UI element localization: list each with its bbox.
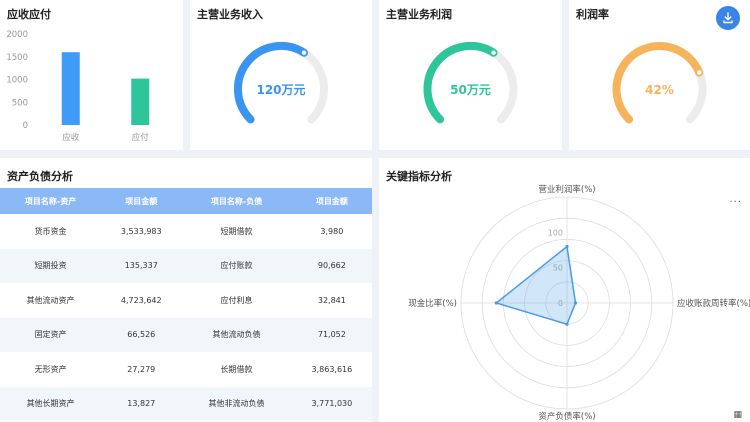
liability-amount-cell: 90,662: [291, 248, 372, 283]
liability-name-cell: 应付利息: [181, 283, 292, 318]
x-tick-label: 应收: [62, 132, 80, 143]
table-row: 无形资产 27,279 长期借款 3,863,616: [0, 352, 372, 387]
asset-amount-cell: 13,827: [101, 386, 182, 421]
radar-data-point: [565, 244, 569, 249]
radar-indicator-label: 营业利润率(%): [538, 184, 595, 195]
revenue-gauge: 120万元: [234, 42, 328, 124]
liability-name-cell: 长期借款: [181, 352, 292, 387]
asset-amount-cell: 66,526: [101, 317, 182, 352]
y-tick-label: 500: [12, 98, 28, 108]
download-icon: [723, 12, 733, 24]
liability-amount-cell: 3,771,030: [291, 386, 372, 421]
asset-amount-cell: 135,337: [101, 248, 182, 283]
table-row: 固定资产 66,526 其他流动负债 71,052: [0, 317, 372, 352]
radar-chart: 050100营业利润率(%)应收账款周转率(%)资产负债率(%)现金比率(%): [408, 184, 750, 422]
y-tick-label: 1000: [6, 76, 28, 86]
liability-amount-cell: 3,863,616: [291, 352, 372, 387]
radar-indicator-label: 应收账款周转率(%): [677, 298, 750, 309]
asset-amount-cell: 4,723,642: [101, 283, 182, 318]
revenue-card: 主营业务收入 120万元: [190, 0, 372, 150]
gauge-end-knob: [695, 68, 703, 77]
key-indicator-card: 关键指标分析 ... 050100营业利润率(%)应收账款周转率(%)资产负债率…: [379, 158, 750, 422]
gauge-end-knob: [489, 48, 498, 57]
table-row: 短期投资 135,337 应付账款 90,662: [0, 248, 372, 283]
asset-name-cell: 无形资产: [0, 352, 102, 387]
ar-bar-chart: 0 500 1000 1500 2000 应收 应付: [6, 30, 150, 143]
bar: [61, 52, 80, 126]
ar-card: 应收 应付 0 500 1000 1500 2000 应收 应付: [0, 0, 183, 150]
table-header-row: 项目名称-资产 项目金额 项目名称-负债 项目金额: [0, 188, 372, 214]
profit-rate-card: 利润率 42%: [569, 0, 750, 150]
y-tick-label: 0: [23, 121, 28, 131]
balance-sheet-card: 资产负债分析 项目名称-资产 项目金额 项目名称-负债 项目金额 货币资金 3,…: [0, 158, 372, 422]
profit-gauge: 50万元: [423, 42, 518, 124]
column-header[interactable]: 项目金额: [291, 188, 372, 214]
table-row: 其他流动资产 4,723,642 应付利息 32,841: [0, 283, 372, 318]
liability-amount-cell: 32,841: [291, 283, 372, 318]
column-header[interactable]: 项目名称-负债: [181, 188, 292, 214]
asset-amount-cell: 3,533,983: [101, 214, 182, 249]
liability-name-cell: 短期借款: [181, 214, 292, 249]
radar-data-point: [573, 301, 578, 305]
balance-sheet-table: 项目名称-资产 项目金额 项目名称-负债 项目金额 货币资金 3,533,983…: [0, 188, 372, 421]
liability-name-cell: 应付账款: [181, 248, 292, 283]
balance-sheet-title: 资产负债分析: [7, 170, 73, 183]
gauge-value-label: 50万元: [450, 83, 491, 97]
liability-name-cell: 其他非流动负债: [181, 386, 292, 421]
y-tick-label: 2000: [6, 30, 28, 40]
radar-data-area: [494, 245, 577, 326]
gauge-value-label: 42%: [645, 83, 674, 97]
radar-data-point: [565, 322, 569, 326]
radar-data-point: [494, 301, 498, 305]
asset-name-cell: 其他长期资产: [0, 386, 102, 421]
x-tick-label: 应付: [132, 132, 150, 143]
asset-name-cell: 短期投资: [0, 248, 102, 283]
liability-amount-cell: 71,052: [291, 317, 372, 352]
column-header[interactable]: 项目金额: [101, 188, 182, 214]
bar: [131, 78, 150, 125]
asset-name-cell: 货币资金: [0, 214, 102, 249]
gauge-value-label: 120万元: [256, 83, 305, 97]
asset-amount-cell: 27,279: [101, 352, 182, 387]
y-tick-label: 1500: [6, 53, 28, 63]
table-row: 货币资金 3,533,983 短期借款 3,980: [0, 214, 372, 249]
table-grid-icon[interactable]: ▦: [733, 410, 742, 420]
asset-name-cell: 固定资产: [0, 317, 102, 352]
profit-card: 主营业务利润 50万元: [379, 0, 562, 150]
liability-amount-cell: 3,980: [291, 214, 372, 249]
asset-name-cell: 其他流动资产: [0, 283, 102, 318]
download-button[interactable]: [716, 6, 740, 30]
gauge-end-knob: [300, 48, 308, 57]
column-header[interactable]: 项目名称-资产: [0, 188, 102, 214]
table-row: 其他长期资产 13,827 其他非流动负债 3,771,030: [0, 386, 372, 421]
radar-tick-label: 100: [548, 228, 563, 237]
liability-name-cell: 其他流动负债: [181, 317, 292, 352]
radar-indicator-label: 现金比率(%): [408, 298, 457, 309]
radar-indicator-label: 资产负债率(%): [538, 411, 595, 422]
